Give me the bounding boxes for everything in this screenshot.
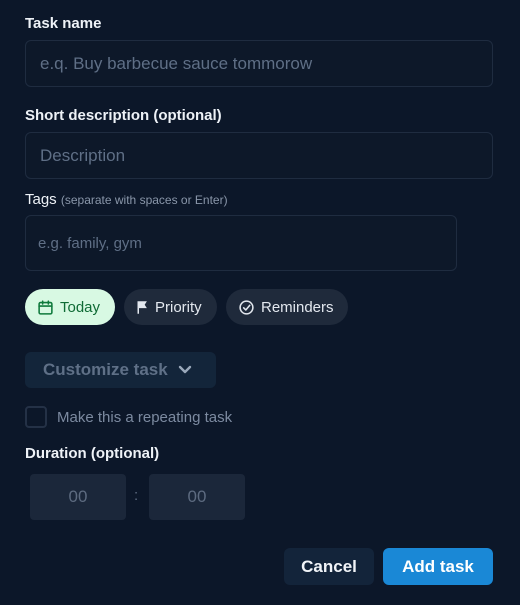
tags-field[interactable] (25, 215, 457, 271)
today-chip-label: Today (60, 298, 101, 316)
add-task-button[interactable]: Add task (383, 548, 493, 585)
task-name-label: Task name (25, 15, 102, 32)
duration-hours-input[interactable]: 00 (30, 474, 126, 520)
duration-minutes-input[interactable]: 00 (149, 474, 245, 520)
reminders-chip[interactable]: Reminders (226, 289, 348, 325)
calendar-icon (37, 299, 54, 316)
customize-task-label: Customize task (43, 360, 168, 379)
priority-chip-label: Priority (155, 298, 202, 316)
description-field[interactable] (25, 132, 493, 179)
repeating-label: Make this a repeating task (57, 409, 233, 426)
customize-task-button[interactable]: Customize task (25, 352, 216, 388)
cancel-button[interactable]: Cancel (284, 548, 374, 585)
description-label: Short description (optional) (25, 107, 222, 124)
chevron-down-icon (178, 360, 192, 380)
task-name-input[interactable] (26, 41, 492, 86)
reminders-chip-label: Reminders (261, 298, 334, 316)
today-chip[interactable]: Today (25, 289, 115, 325)
duration-separator: : (134, 487, 139, 504)
flag-icon (136, 300, 149, 315)
check-circle-icon (238, 299, 255, 316)
repeating-checkbox[interactable] (25, 406, 47, 428)
tags-label: Tags (25, 191, 57, 208)
duration-label: Duration (optional) (25, 445, 160, 462)
task-name-field[interactable] (25, 40, 493, 87)
tags-hint: (separate with spaces or Enter) (60, 193, 228, 207)
tags-label-row: Tags (separate with spaces or Enter) (25, 191, 228, 208)
description-input[interactable] (26, 133, 492, 178)
tags-input[interactable] (26, 216, 456, 270)
priority-chip[interactable]: Priority (124, 289, 217, 325)
